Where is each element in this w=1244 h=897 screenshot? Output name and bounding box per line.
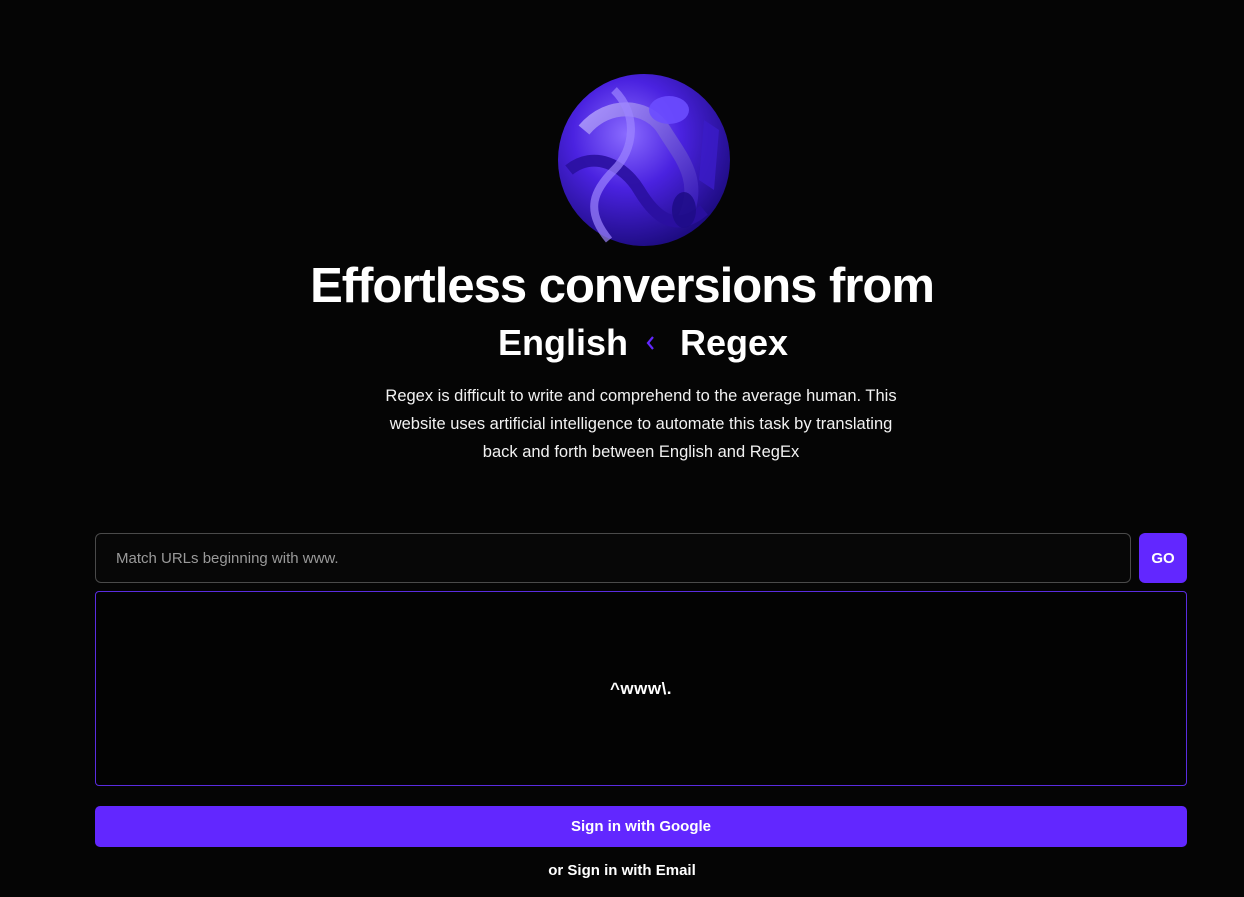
- conversion-direction: English Regex: [0, 318, 1244, 368]
- hero-orb-icon: [558, 74, 730, 246]
- regex-output-text: ^www\.: [609, 678, 673, 698]
- google-signin-button[interactable]: Sign in with Google: [95, 806, 1187, 847]
- email-signin-link[interactable]: or Sign in with Email: [548, 862, 696, 879]
- regex-output-box: ^www\.: [95, 591, 1187, 786]
- page: Effortless conversions from English Rege…: [0, 0, 1244, 897]
- go-button[interactable]: GO: [1139, 533, 1187, 583]
- swap-arrows-icon: [646, 336, 654, 350]
- description: Regex is difficult to write and comprehe…: [385, 387, 897, 461]
- headline: Effortless conversions from: [310, 259, 935, 313]
- source-language: English: [498, 322, 629, 363]
- target-language: Regex: [680, 322, 789, 363]
- email-signin-row: or Sign in with Email: [0, 860, 1244, 882]
- query-input[interactable]: [95, 533, 1131, 583]
